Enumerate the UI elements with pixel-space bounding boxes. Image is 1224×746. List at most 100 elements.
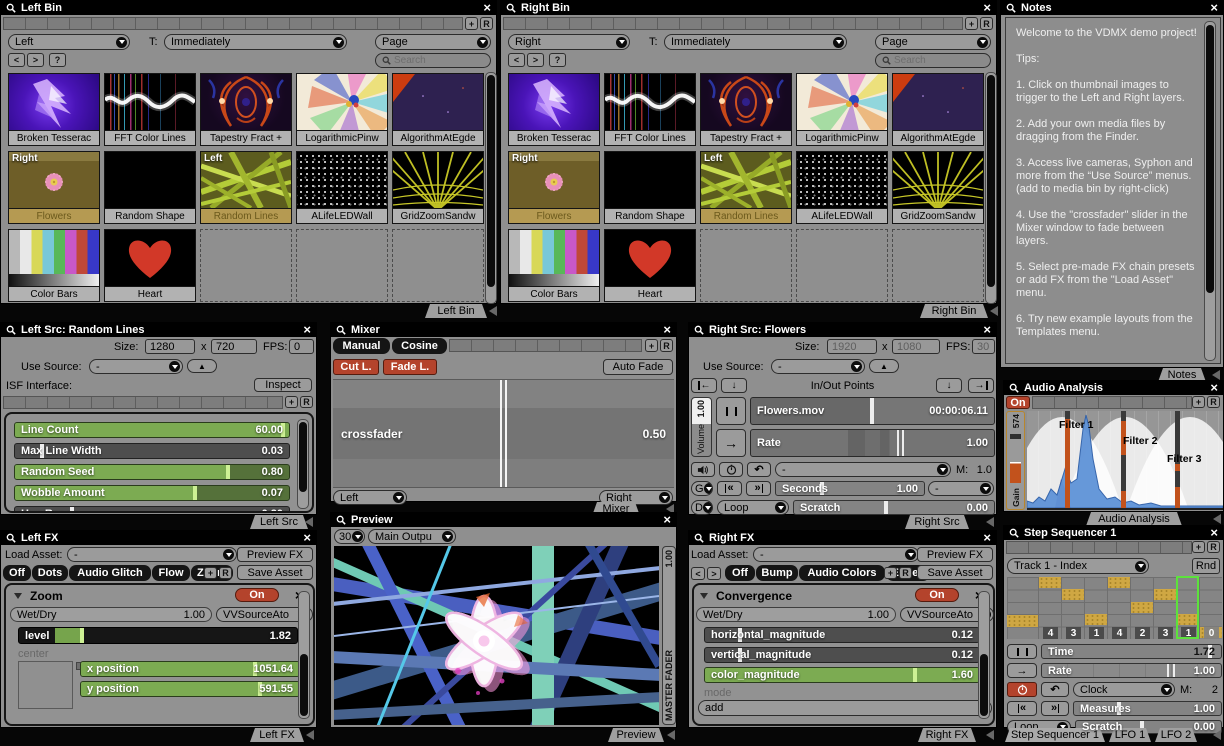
step-cell[interactable]	[1039, 577, 1061, 588]
collapse-triangle[interactable]	[305, 517, 313, 527]
fx-preset-audio-colors[interactable]: Audio Colors	[799, 565, 885, 581]
time-lfo-select[interactable]: -	[775, 462, 951, 477]
mute-button[interactable]	[691, 462, 715, 477]
audio-spectrum-graph[interactable]: Filter 1 Filter 2 Filter 3	[1027, 411, 1223, 510]
rename-preset-button[interactable]: R	[1207, 396, 1220, 408]
beat-source-select[interactable]: -	[928, 481, 994, 496]
media-cell[interactable]: ALifeLEDWall	[796, 151, 888, 224]
thumb-color-bars[interactable]	[8, 229, 100, 287]
step-cell[interactable]	[1085, 614, 1107, 625]
right-bin-window-tab[interactable]: Right Bin	[920, 304, 988, 318]
prev-fx-preset-button[interactable]: <	[691, 567, 705, 580]
close-icon[interactable]: ×	[1210, 528, 1218, 538]
close-icon[interactable]: ×	[303, 325, 311, 335]
thumb-random-shape[interactable]	[604, 151, 696, 209]
collapse-triangle[interactable]	[986, 730, 994, 740]
add-preset-button[interactable]: +	[285, 396, 298, 408]
fade-left-button[interactable]: Fade L.	[383, 359, 437, 375]
right-src-titlebar[interactable]: Right Src: Flowers ×	[689, 323, 996, 337]
width-field[interactable]: 1280	[145, 339, 195, 354]
search-input[interactable]: Search	[375, 53, 491, 68]
set-in-button[interactable]: ↓	[721, 378, 747, 393]
notes-scrollbar[interactable]	[1204, 21, 1216, 361]
pause-button[interactable]	[1007, 644, 1037, 659]
wet-dry-slider[interactable]: Wet/Dry 1.00	[696, 607, 896, 622]
mixer-titlebar[interactable]: Mixer ×	[331, 323, 676, 337]
fx-preset-off[interactable]: Off	[725, 565, 755, 581]
preview-output-select[interactable]: Main Outpu	[368, 529, 456, 544]
media-cell[interactable]: Heart	[604, 229, 696, 302]
clock-sync-button[interactable]	[719, 462, 743, 477]
close-icon[interactable]: ×	[1210, 3, 1218, 13]
preview-fps-select[interactable]: 30	[334, 529, 365, 544]
thumb-flowers[interactable]: Right	[8, 151, 100, 209]
add-preset-button[interactable]: +	[204, 567, 217, 579]
loop-mode-button[interactable]: ↶	[1041, 682, 1069, 697]
add-preset-button[interactable]: +	[1192, 396, 1205, 408]
page-select[interactable]: Page	[875, 34, 991, 50]
media-cell[interactable]: Tapestry Fract +	[200, 73, 292, 146]
y-position-slider[interactable]: y position591.55	[80, 681, 300, 697]
close-icon[interactable]: ×	[663, 515, 671, 525]
close-icon[interactable]: ×	[1210, 383, 1218, 393]
load-asset-select[interactable]: -	[753, 547, 919, 562]
thumb-logarithmic-pinwheel[interactable]	[796, 73, 888, 131]
next-fx-preset-button[interactable]: >	[707, 567, 721, 580]
prev-step-button[interactable]: «	[1007, 701, 1037, 716]
right-src-window-tab[interactable]: Right Src	[905, 515, 969, 529]
expander-icon[interactable]	[14, 593, 22, 599]
rename-preset-button[interactable]: R	[300, 396, 313, 408]
thumb-tapestry-fract[interactable]	[700, 73, 792, 131]
media-cell[interactable]: GridZoomSandw	[392, 151, 484, 224]
expander-icon[interactable]	[700, 593, 708, 599]
gain-slider[interactable]: 574 Gain	[1006, 411, 1025, 510]
left-fx-titlebar[interactable]: Left FX ×	[1, 531, 316, 545]
empty-media-slot[interactable]	[200, 229, 292, 302]
lfo2-window-tab[interactable]: LFO 2	[1155, 728, 1197, 742]
help-button[interactable]: ?	[549, 53, 566, 67]
level-slider[interactable]: level 1.82	[18, 627, 298, 644]
add-preset-button[interactable]: +	[645, 339, 658, 352]
media-cell[interactable]: Color Bars	[8, 229, 100, 302]
height-field[interactable]: 1080	[892, 339, 940, 354]
fx-on-button[interactable]: On	[915, 588, 959, 602]
rate-slider[interactable]: Rate 1.00	[750, 429, 995, 457]
step-cell[interactable]	[1062, 589, 1084, 600]
media-cell[interactable]: Broken Tesserac	[8, 73, 100, 146]
randomize-button[interactable]: Rnd	[1192, 558, 1220, 574]
collapse-triangle[interactable]	[990, 306, 998, 316]
load-asset-select[interactable]: -	[67, 547, 237, 562]
page-tab-strip[interactable]	[3, 17, 463, 30]
left-src-window-tab[interactable]: Left Src	[250, 515, 308, 529]
layer-select[interactable]: Right	[508, 34, 630, 50]
thumb-fft-color-lines[interactable]	[604, 73, 696, 131]
empty-media-slot[interactable]	[796, 229, 888, 302]
clock-sync-button[interactable]	[1007, 682, 1037, 697]
media-cell[interactable]: LogarithmicPinw	[796, 73, 888, 146]
bin-scrollbar[interactable]	[485, 72, 497, 304]
fps-field[interactable]: 30	[972, 339, 995, 354]
rename-page-button[interactable]: R	[480, 17, 493, 30]
media-cell-triggered[interactable]: Left Random Lines	[700, 151, 792, 224]
prev-page-button[interactable]: <	[508, 53, 525, 67]
color-magnitude-slider[interactable]: color_magnitude1.60	[704, 667, 980, 683]
collapse-triangle[interactable]	[1212, 370, 1220, 380]
line-count-slider[interactable]: Line Count60.00	[14, 422, 290, 438]
media-cell[interactable]: FFT Color Lines	[604, 73, 696, 146]
trigger-select[interactable]: Immediately	[664, 34, 847, 50]
thumb-alife-led-wall[interactable]	[296, 151, 388, 209]
right-fx-titlebar[interactable]: Right FX ×	[689, 531, 996, 545]
clock-select[interactable]: Clock	[1073, 682, 1175, 697]
step-grid[interactable]: 4 3 1 4 2 3 1 0	[1007, 577, 1222, 639]
mixer-tab-manual[interactable]: Manual	[333, 338, 390, 354]
media-cell[interactable]: Tapestry Fract +	[700, 73, 792, 146]
search-input[interactable]: Search	[875, 53, 991, 68]
step-cell[interactable]	[1131, 602, 1153, 613]
fx-scrollbar[interactable]	[978, 591, 990, 719]
thumb-fft-color-lines[interactable]	[104, 73, 196, 131]
play-direction-button[interactable]: →	[716, 429, 746, 457]
fps-field[interactable]: 0	[289, 339, 314, 354]
save-asset-button[interactable]: Save Asset	[237, 565, 313, 580]
notes-text-area[interactable]: Welcome to the VDMX demo project! Tips: …	[1005, 17, 1221, 364]
collapse-triangle[interactable]	[986, 517, 994, 527]
